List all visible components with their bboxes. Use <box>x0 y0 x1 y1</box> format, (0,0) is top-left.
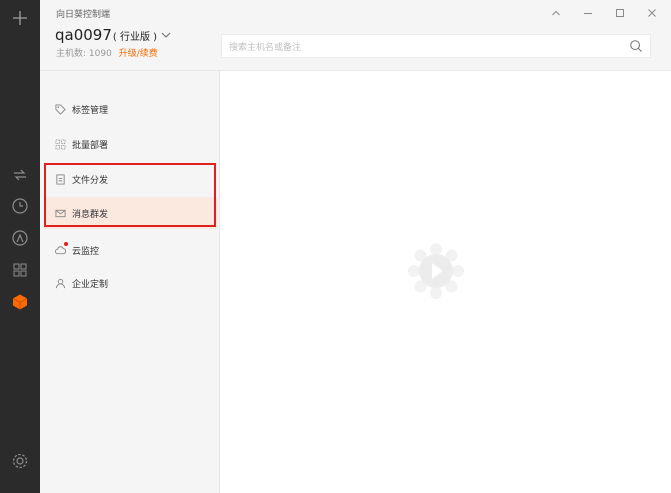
file-distribute-icon <box>54 173 66 185</box>
batch-deploy-icon <box>54 138 66 150</box>
settings-icon[interactable] <box>10 451 30 471</box>
sunflower-logo-icon <box>406 241 466 301</box>
cube-icon[interactable] <box>10 292 30 312</box>
message-mail-icon <box>54 207 66 219</box>
close-icon[interactable] <box>643 4 661 22</box>
account-switcher[interactable]: qa0097 ( 行业版 ) <box>55 26 171 44</box>
app-title: 向日葵控制端 <box>56 10 111 20</box>
menu-item-enterprise-custom[interactable]: 企业定制 <box>44 267 218 299</box>
add-icon[interactable] <box>10 8 30 28</box>
menu-item-tag-management[interactable]: 标签管理 <box>44 93 218 125</box>
cloud-monitor-icon <box>54 242 68 256</box>
menu-item-message-broadcast[interactable]: 消息群发 <box>44 197 218 229</box>
search-icon[interactable] <box>628 38 644 54</box>
feature-menu: 标签管理 批量部署 文件分发 消息群发 云监控 企业定制 <box>40 71 220 493</box>
menu-item-label: 企业定制 <box>72 279 109 290</box>
menu-item-label: 云监控 <box>72 246 100 257</box>
menu-item-cloud-monitor[interactable]: 云监控 <box>44 234 218 266</box>
search-input[interactable] <box>222 37 609 59</box>
menu-item-batch-deploy[interactable]: 批量部署 <box>44 128 218 160</box>
menu-item-label: 标签管理 <box>72 105 109 116</box>
remote-connect-icon[interactable] <box>10 165 30 185</box>
tag-icon <box>54 103 66 115</box>
upgrade-link[interactable]: 升级/续费 <box>119 49 158 59</box>
enterprise-user-icon <box>54 277 66 289</box>
maximize-icon[interactable] <box>611 4 629 22</box>
app-window: 向日葵控制端 qa0097 ( 行业版 ) 主机数: 1090 升级/续费 搜索… <box>0 0 671 493</box>
collapse-icon[interactable] <box>547 4 565 22</box>
account-name: qa0097 <box>55 26 112 44</box>
discover-icon[interactable] <box>10 228 30 248</box>
main-content <box>221 71 671 493</box>
left-rail <box>0 0 40 493</box>
menu-item-label: 消息群发 <box>72 209 109 220</box>
apps-grid-icon[interactable] <box>10 260 30 280</box>
account-edition: ( 行业版 ) <box>112 32 158 43</box>
host-count-line: 主机数: 1090 升级/续费 <box>56 46 158 59</box>
menu-item-file-distribute[interactable]: 文件分发 <box>44 163 218 195</box>
minimize-icon[interactable] <box>579 4 597 22</box>
window-controls <box>547 4 661 22</box>
host-count: 主机数: 1090 <box>56 49 112 59</box>
menu-item-label: 文件分发 <box>72 175 109 186</box>
menu-item-label: 批量部署 <box>72 140 109 151</box>
search-box <box>221 34 651 59</box>
chevron-down-icon[interactable] <box>161 30 171 40</box>
history-clock-icon[interactable] <box>10 196 30 216</box>
header: 向日葵控制端 qa0097 ( 行业版 ) 主机数: 1090 升级/续费 <box>40 0 671 71</box>
